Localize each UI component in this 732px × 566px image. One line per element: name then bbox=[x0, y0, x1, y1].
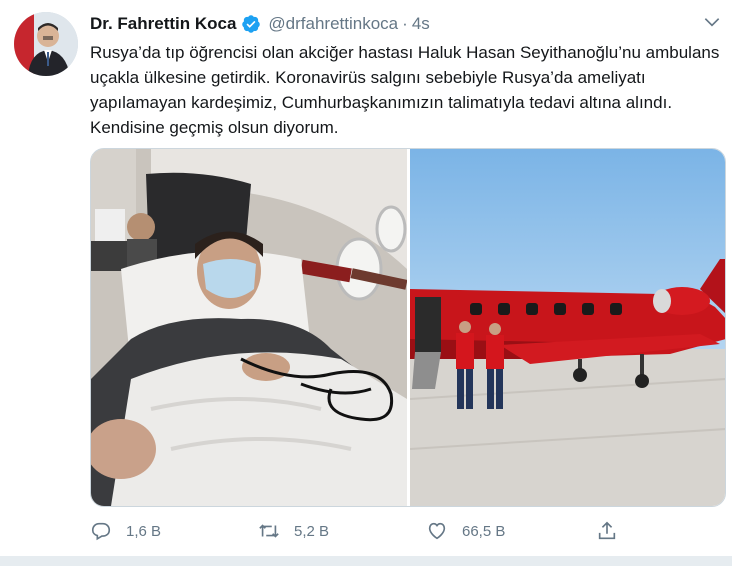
tweet-timestamp[interactable]: 4s bbox=[412, 14, 430, 34]
author-name[interactable]: Dr. Fahrettin Koca bbox=[90, 14, 236, 34]
like-button[interactable]: 66,5 B bbox=[426, 520, 505, 542]
tweet-text: Rusya’da tıp öğrencisi olan akciğer hast… bbox=[90, 43, 725, 137]
reply-icon bbox=[91, 522, 111, 541]
tweet-media[interactable] bbox=[90, 148, 726, 507]
share-icon bbox=[598, 521, 616, 540]
tweet-actions: 1,6 B 5,2 B 66,5 B bbox=[90, 520, 710, 546]
avatar[interactable] bbox=[14, 12, 78, 76]
author-handle[interactable]: @drfahrettinkoca bbox=[268, 14, 398, 34]
retweet-count: 5,2 B bbox=[294, 522, 330, 540]
heart-icon bbox=[428, 522, 446, 540]
reply-button[interactable]: 1,6 B bbox=[90, 520, 161, 542]
retweet-icon bbox=[259, 524, 279, 538]
retweet-button[interactable]: 5,2 B bbox=[258, 520, 329, 542]
verified-badge-icon bbox=[241, 14, 261, 34]
avatar-image bbox=[14, 12, 78, 76]
tweet-header: Dr. Fahrettin Koca @drfahrettinkoca · 4s bbox=[90, 14, 430, 34]
like-count: 66,5 B bbox=[462, 522, 506, 540]
tweet[interactable]: Dr. Fahrettin Koca @drfahrettinkoca · 4s… bbox=[0, 0, 732, 556]
separator-dot: · bbox=[402, 14, 408, 33]
tweet-divider bbox=[0, 556, 732, 566]
photo-ambulance-plane[interactable] bbox=[410, 149, 725, 506]
chevron-down-icon[interactable] bbox=[702, 12, 722, 32]
share-button[interactable] bbox=[596, 520, 618, 542]
reply-count: 1,6 B bbox=[126, 522, 162, 540]
photo-patient[interactable] bbox=[91, 149, 407, 506]
